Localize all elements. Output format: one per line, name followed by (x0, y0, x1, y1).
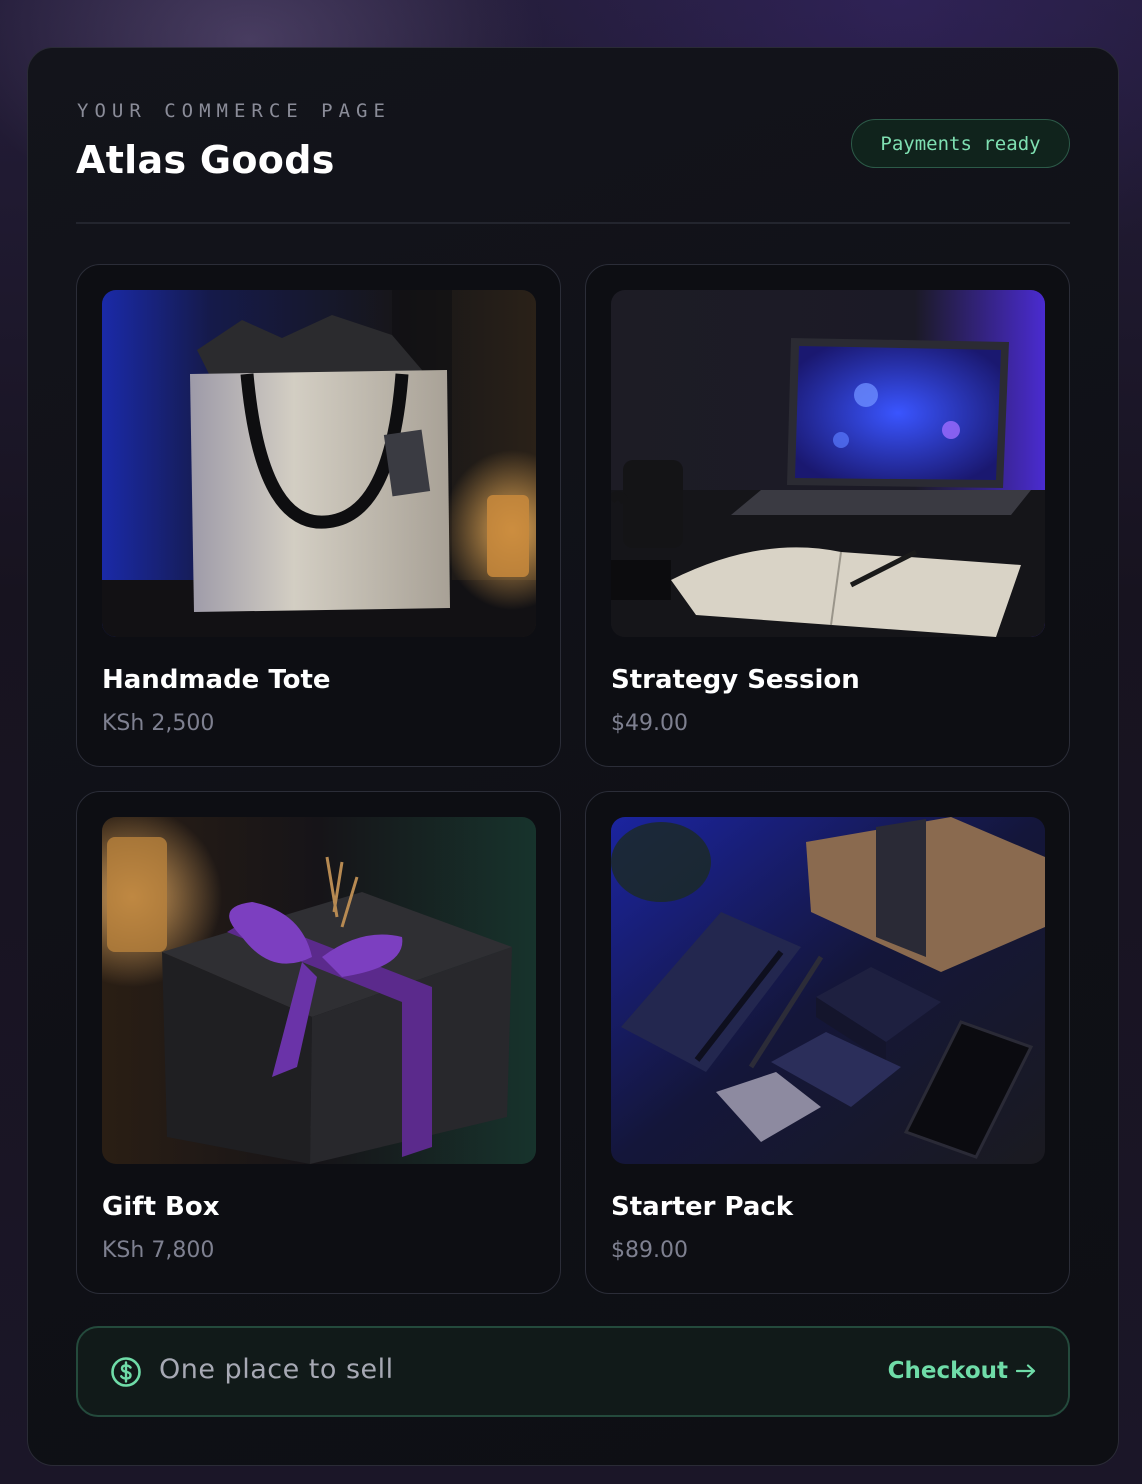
product-price: KSh 7,800 (102, 1238, 215, 1263)
product-name: Starter Pack (611, 1192, 794, 1222)
store-title: Atlas Goods (76, 138, 335, 182)
laptop-notebook-image (611, 290, 1045, 637)
product-price: $89.00 (611, 1238, 688, 1263)
header-divider (76, 222, 1070, 224)
product-card-handmade-tote[interactable]: Handmade Tote KSh 2,500 (76, 264, 561, 767)
product-card-gift-box[interactable]: Gift Box KSh 7,800 (76, 791, 561, 1294)
page-eyebrow: YOUR COMMERCE PAGE (77, 100, 391, 122)
stationery-image (611, 817, 1045, 1164)
tote-bag-image (102, 290, 536, 637)
product-card-strategy-session[interactable]: Strategy Session $49.00 (585, 264, 1070, 767)
dollar-circle-icon (111, 1357, 141, 1387)
product-name: Gift Box (102, 1192, 220, 1222)
payments-status-badge: Payments ready (851, 119, 1070, 168)
footer-tagline: One place to sell (159, 1354, 394, 1385)
commerce-panel: YOUR COMMERCE PAGE Atlas Goods Payments … (27, 47, 1119, 1466)
product-price: KSh 2,500 (102, 711, 215, 736)
checkout-button[interactable]: Checkout (888, 1358, 1036, 1384)
arrow-right-icon (1016, 1364, 1036, 1378)
product-card-starter-pack[interactable]: Starter Pack $89.00 (585, 791, 1070, 1294)
gift-box-image (102, 817, 536, 1164)
product-price: $49.00 (611, 711, 688, 736)
product-name: Handmade Tote (102, 665, 331, 695)
checkout-label: Checkout (887, 1358, 1008, 1384)
product-name: Strategy Session (611, 665, 860, 695)
checkout-bar: One place to sell Checkout (76, 1326, 1070, 1417)
